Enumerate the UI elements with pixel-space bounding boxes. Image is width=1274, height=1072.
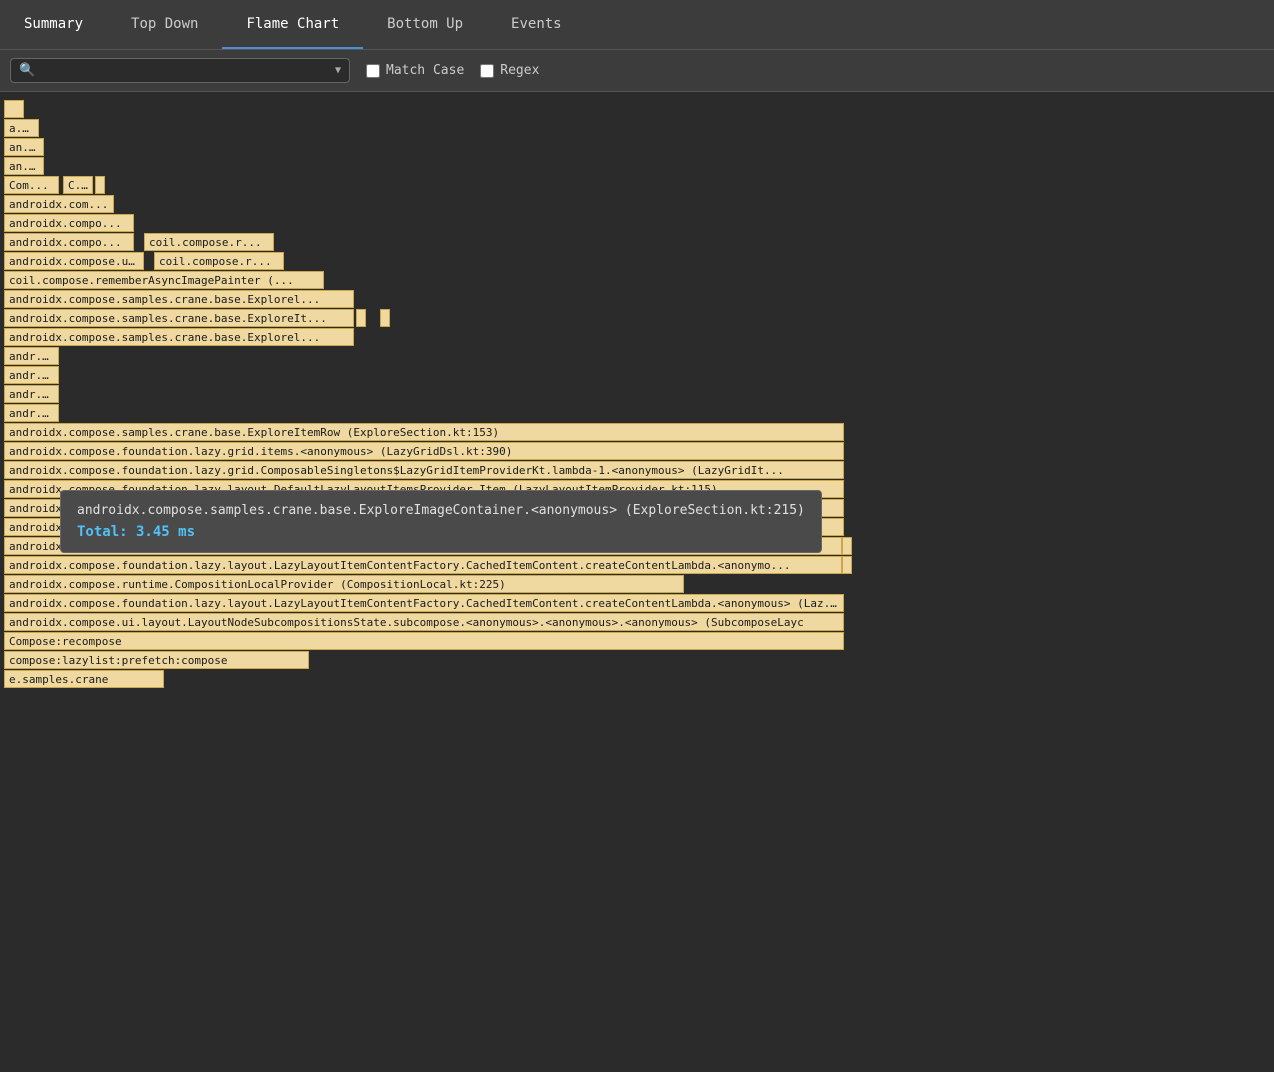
match-case-checkbox[interactable] — [366, 64, 380, 78]
flame-bar[interactable]: e.samples.crane — [4, 670, 164, 688]
search-icon: 🔍 — [19, 63, 35, 78]
flame-row: coil.compose.rememberAsyncImagePainter (… — [4, 271, 1270, 289]
flame-bar[interactable]: androidx.compose.foundation.lazy.grid.Co… — [4, 461, 844, 479]
flame-bar[interactable]: androidx.compose.foundation.lazy.grid.it… — [4, 442, 844, 460]
flame-bar[interactable]: androidx.compose.runtime.CompositionLoca… — [4, 575, 684, 593]
tooltip-total: Total: 3.45 ms — [77, 524, 805, 540]
flame-bar[interactable]: Compose:recompose — [4, 632, 844, 650]
tabs-bar: Summary Top Down Flame Chart Bottom Up E… — [0, 0, 1274, 50]
flame-bar[interactable]: androidx.compose.samples.crane.base.Expl… — [4, 309, 354, 327]
flame-row: a... — [4, 119, 1270, 137]
flame-row: androidx.compose.samples.crane.base.Expl… — [4, 290, 1270, 308]
flame-row: androidx.compo... coil.compose.r... — [4, 233, 1270, 251]
flame-row: an... — [4, 138, 1270, 156]
flame-row — [4, 100, 1270, 118]
flame-bar[interactable]: coil.compose.r... — [154, 252, 284, 270]
search-input[interactable] — [41, 63, 329, 78]
tooltip-title: androidx.compose.samples.crane.base.Expl… — [77, 503, 805, 518]
flame-bar[interactable]: andr... — [4, 385, 59, 403]
match-case-text: Match Case — [386, 63, 464, 78]
tab-flame-chart[interactable]: Flame Chart — [222, 0, 363, 49]
flame-row: Com...C... — [4, 176, 1270, 194]
tab-bottom-up[interactable]: Bottom Up — [363, 0, 487, 49]
tab-events[interactable]: Events — [487, 0, 586, 49]
flame-bar[interactable]: androidx.compose.samples.crane.base.Expl… — [4, 290, 354, 308]
flame-row: androidx.compose.samples.crane.base.Expl… — [4, 423, 1270, 441]
flame-row: androidx.compose.samples.crane.base.Expl… — [4, 328, 1270, 346]
flame-bar[interactable]: androidx.compose.ui.layout.LayoutNodeSub… — [4, 613, 844, 631]
flame-row: andr... — [4, 347, 1270, 365]
flame-row: androidx.compose.u... coil.compose.r... — [4, 252, 1270, 270]
flame-bar[interactable]: androidx.compose.samples.crane.base.Expl… — [4, 328, 354, 346]
flame-row: androidx.compose.ui.layout.LayoutNodeSub… — [4, 613, 1270, 631]
flame-bar[interactable] — [356, 309, 366, 327]
regex-text: Regex — [500, 63, 539, 78]
flame-bar[interactable] — [842, 537, 852, 555]
flame-row: androidx.compo... — [4, 214, 1270, 232]
flame-bar[interactable]: andr... — [4, 347, 59, 365]
flame-bar[interactable]: coil.compose.rememberAsyncImagePainter (… — [4, 271, 324, 289]
flame-bar[interactable]: an... — [4, 157, 44, 175]
flame-bar[interactable]: andr... — [4, 366, 59, 384]
flame-bar[interactable] — [4, 100, 24, 118]
flame-bar[interactable]: androidx.com... — [4, 195, 114, 213]
flame-bar[interactable]: C... — [63, 176, 93, 194]
flame-bar[interactable]: an... — [4, 138, 44, 156]
flame-bar[interactable]: Com... — [4, 176, 59, 194]
flame-row: androidx.compose.foundation.lazy.layout.… — [4, 594, 1270, 612]
search-input-wrapper[interactable]: 🔍 ▼ — [10, 58, 350, 83]
flame-bar[interactable]: androidx.compose.samples.crane.base.Expl… — [4, 423, 844, 441]
flame-row: andr... — [4, 404, 1270, 422]
flame-row: androidx.compose.foundation.lazy.grid.it… — [4, 442, 1270, 460]
flame-tooltip: androidx.compose.samples.crane.base.Expl… — [60, 490, 822, 553]
flame-bar[interactable]: androidx.compo... — [4, 233, 134, 251]
flame-row: andr... — [4, 385, 1270, 403]
regex-checkbox[interactable] — [480, 64, 494, 78]
flame-row: andr... — [4, 366, 1270, 384]
flame-row: androidx.compose.samples.crane.base.Expl… — [4, 309, 1270, 327]
flame-row: androidx.compose.runtime.CompositionLoca… — [4, 575, 1270, 593]
flame-row: androidx.com... — [4, 195, 1270, 213]
flame-bar[interactable]: androidx.compo... — [4, 214, 134, 232]
flame-bar[interactable]: androidx.compose.u... — [4, 252, 144, 270]
flame-bar[interactable]: compose:lazylist:prefetch:compose — [4, 651, 309, 669]
flame-row: e.samples.crane — [4, 670, 1270, 688]
flame-bar[interactable] — [842, 556, 852, 574]
flame-row: compose:lazylist:prefetch:compose — [4, 651, 1270, 669]
flame-bar[interactable]: andr... — [4, 404, 59, 422]
regex-label[interactable]: Regex — [480, 63, 539, 78]
tab-top-down[interactable]: Top Down — [107, 0, 222, 49]
tab-summary[interactable]: Summary — [0, 0, 107, 49]
match-case-label[interactable]: Match Case — [366, 63, 464, 78]
flame-bar[interactable] — [380, 309, 390, 327]
flame-bar[interactable] — [95, 176, 105, 194]
search-dropdown-icon[interactable]: ▼ — [335, 65, 341, 76]
flame-bar[interactable]: androidx.compose.foundation.lazy.layout.… — [4, 556, 842, 574]
flame-bar[interactable]: coil.compose.r... — [144, 233, 274, 251]
flame-row: an... — [4, 157, 1270, 175]
flame-chart-area: a...an...an...Com...C...androidx.com...a… — [0, 92, 1274, 697]
flame-bar[interactable]: androidx.compose.foundation.lazy.layout.… — [4, 594, 844, 612]
flame-row: Compose:recompose — [4, 632, 1270, 650]
flame-row: androidx.compose.foundation.lazy.grid.Co… — [4, 461, 1270, 479]
flame-row: androidx.compose.foundation.lazy.layout.… — [4, 556, 1270, 574]
flame-bar[interactable]: a... — [4, 119, 39, 137]
search-bar: 🔍 ▼ Match Case Regex — [0, 50, 1274, 92]
